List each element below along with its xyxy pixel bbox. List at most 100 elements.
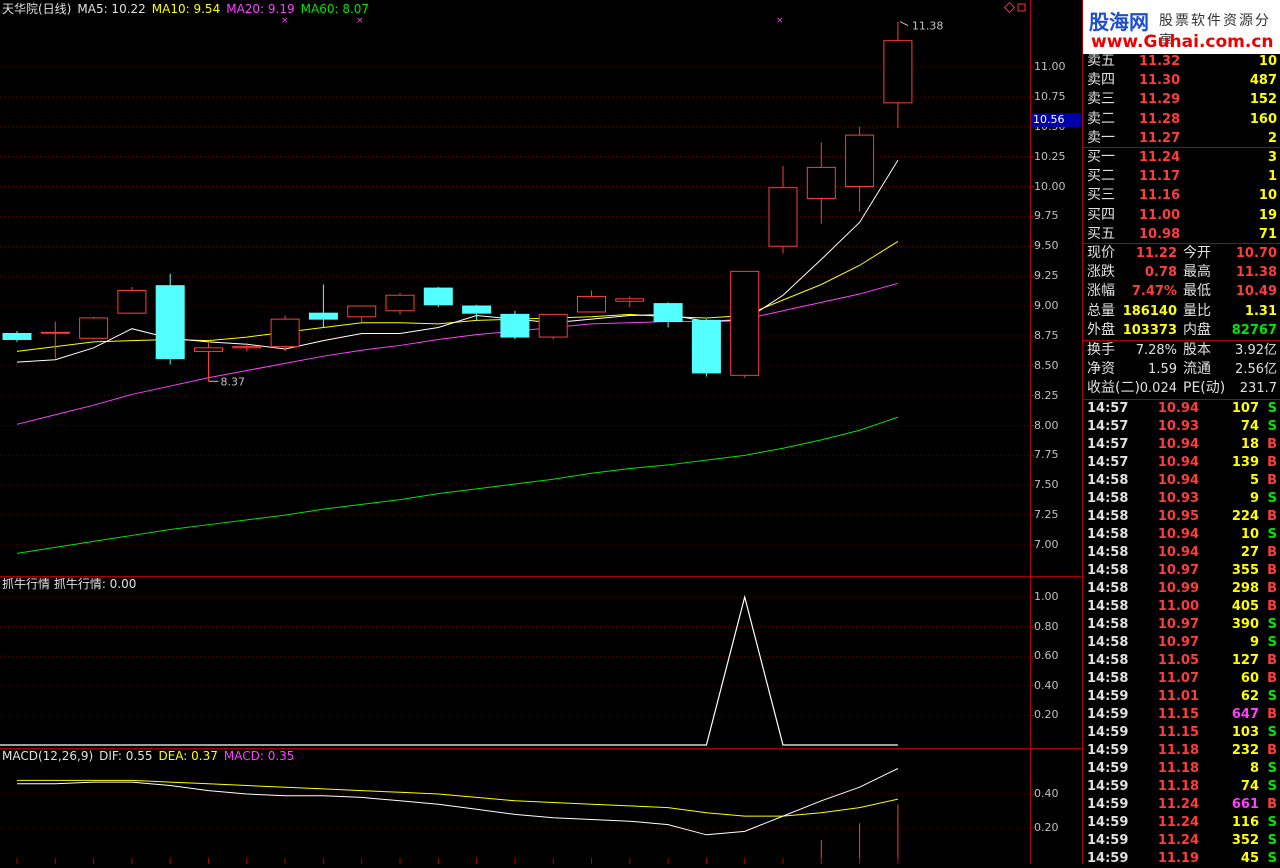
indicator-tick-label: 0.40 <box>1034 678 1059 692</box>
tick-price: 10.94 <box>1157 437 1199 452</box>
stat-value: 82767 <box>1231 322 1277 338</box>
tick-row[interactable]: 14:57 10.93 74 S <box>1083 418 1280 436</box>
tick-time: 14:59 <box>1087 707 1129 722</box>
stat-label: 内盘 <box>1183 321 1211 338</box>
order-label: 买四 <box>1087 206 1115 223</box>
tick-row[interactable]: 14:59 11.15 103 S <box>1083 724 1280 742</box>
tick-row[interactable]: 14:58 10.99 298 B <box>1083 580 1280 598</box>
chart-canvas[interactable]: 11.38 8.37 × × × <box>0 0 1082 864</box>
order-price: 11.32 <box>1139 54 1181 69</box>
tick-row[interactable]: 14:59 11.18 74 S <box>1083 778 1280 796</box>
tick-price: 11.18 <box>1157 743 1199 758</box>
tick-time: 14:59 <box>1087 761 1129 776</box>
order-volume: 152 <box>1249 92 1277 108</box>
order-label: 买一 <box>1087 149 1115 165</box>
tick-volume: 107 <box>1231 401 1259 416</box>
tick-price: 10.97 <box>1157 563 1199 578</box>
tick-row[interactable]: 14:59 11.01 62 S <box>1083 688 1280 706</box>
order-price: 11.17 <box>1139 169 1181 185</box>
order-label: 买五 <box>1087 225 1115 242</box>
candle-body-down <box>308 312 338 320</box>
tick-price: 10.94 <box>1157 545 1199 560</box>
tick-row[interactable]: 14:58 10.97 9 S <box>1083 634 1280 652</box>
tick-price: 10.97 <box>1157 635 1199 650</box>
price-tick-label: 7.75 <box>1034 448 1059 462</box>
tick-volume: 139 <box>1231 455 1259 470</box>
signal-line <box>0 594 898 746</box>
order-volume: 71 <box>1258 226 1277 242</box>
tick-time: 14:57 <box>1087 437 1129 452</box>
order-label: 卖一 <box>1087 129 1115 146</box>
tick-price: 10.93 <box>1157 491 1199 506</box>
tick-row[interactable]: 14:58 10.97 390 S <box>1083 616 1280 634</box>
stat-value: 11.38 <box>1235 265 1277 281</box>
tick-volume: 405 <box>1231 599 1259 614</box>
tick-price: 10.94 <box>1157 473 1199 488</box>
price-tick-label: 9.25 <box>1034 269 1059 283</box>
candle-body-down <box>423 287 453 306</box>
tick-row[interactable]: 14:58 10.94 10 S <box>1083 526 1280 544</box>
tick-row[interactable]: 14:59 11.15 647 B <box>1083 706 1280 724</box>
tick-time: 14:59 <box>1087 725 1129 740</box>
tick-row[interactable]: 14:58 10.94 5 B <box>1083 472 1280 490</box>
order-price: 11.28 <box>1139 111 1181 127</box>
order-volume: 19 <box>1258 207 1277 223</box>
order-price: 11.16 <box>1139 188 1181 204</box>
stat-label: 涨幅 <box>1087 283 1115 300</box>
stat-label: 外盘 <box>1087 321 1115 338</box>
tick-row[interactable]: 14:59 11.18 232 B <box>1083 742 1280 760</box>
logo-brand: 股海网 <box>1089 10 1149 34</box>
tick-price: 10.94 <box>1157 401 1199 416</box>
tick-time: 14:59 <box>1087 689 1129 704</box>
tick-row[interactable]: 14:57 10.94 139 B <box>1083 454 1280 472</box>
tick-row[interactable]: 14:58 11.07 60 B <box>1083 670 1280 688</box>
stat-value: 7.47% <box>1131 284 1177 300</box>
tick-side: B <box>1267 545 1277 560</box>
tick-row[interactable]: 14:59 11.19 45 S <box>1083 850 1280 868</box>
tick-row[interactable]: 14:58 11.00 405 B <box>1083 598 1280 616</box>
candle-body-down <box>653 303 683 323</box>
candle-body-up <box>117 289 147 314</box>
tick-row[interactable]: 14:58 10.94 27 B <box>1083 544 1280 562</box>
candle-body-down <box>500 313 530 338</box>
tick-price: 10.99 <box>1157 581 1199 596</box>
tick-row[interactable]: 14:59 11.18 8 S <box>1083 760 1280 778</box>
order-price: 11.00 <box>1139 207 1181 223</box>
tick-row[interactable]: 14:57 10.94 107 S <box>1083 400 1280 418</box>
stat-row: 涨跌 0.78 最高 11.38 <box>1083 263 1280 282</box>
tick-price: 10.94 <box>1157 455 1199 470</box>
order-label: 卖四 <box>1087 72 1115 89</box>
dif-line <box>17 768 899 836</box>
order-volume: 2 <box>1267 130 1277 146</box>
tick-price: 11.18 <box>1157 761 1199 776</box>
tick-row[interactable]: 14:59 11.24 116 S <box>1083 814 1280 832</box>
tick-row[interactable]: 14:59 11.24 352 S <box>1083 832 1280 850</box>
tick-price: 11.24 <box>1157 833 1199 848</box>
order-price: 11.29 <box>1139 92 1181 108</box>
fundamental-value: 3.92亿 <box>1235 343 1277 358</box>
order-book-row: 买一 11.24 3 <box>1083 148 1280 167</box>
tick-row[interactable]: 14:58 10.93 9 S <box>1083 490 1280 508</box>
tick-price: 10.93 <box>1157 419 1199 434</box>
tick-volume: 116 <box>1231 815 1259 830</box>
stat-row: 涨幅 7.47% 最低 10.49 <box>1083 282 1280 301</box>
tick-volume: 5 <box>1249 473 1259 488</box>
tick-row[interactable]: 14:58 10.95 224 B <box>1083 508 1280 526</box>
signal-mark: × <box>281 16 289 26</box>
tick-row[interactable]: 14:59 11.24 661 B <box>1083 796 1280 814</box>
stat-label: 量比 <box>1183 302 1211 319</box>
tick-side: S <box>1267 689 1277 704</box>
quote-side-panel: 股海网 股票软件资源分享 www.Guhai.com.cn 卖五 11.32 10 卖… <box>1082 0 1280 866</box>
ma20-line <box>16 282 899 425</box>
tick-time: 14:57 <box>1087 455 1129 470</box>
tick-time: 14:58 <box>1087 599 1129 614</box>
signal-mark: × <box>356 16 364 26</box>
tick-row[interactable]: 14:58 10.97 355 B <box>1083 562 1280 580</box>
stat-row: 总量 186140 量比 1.31 <box>1083 302 1280 321</box>
candle-body-up <box>615 298 645 302</box>
tick-row[interactable]: 14:57 10.94 18 B <box>1083 436 1280 454</box>
kline-chart-area[interactable]: 11.38 8.37 × × × 天华院(日线) MA5: 10.22 MA10: 9.54… <box>0 0 1082 864</box>
tick-volume: 9 <box>1249 635 1259 650</box>
tick-price: 10.97 <box>1157 617 1199 632</box>
tick-row[interactable]: 14:58 11.05 127 B <box>1083 652 1280 670</box>
